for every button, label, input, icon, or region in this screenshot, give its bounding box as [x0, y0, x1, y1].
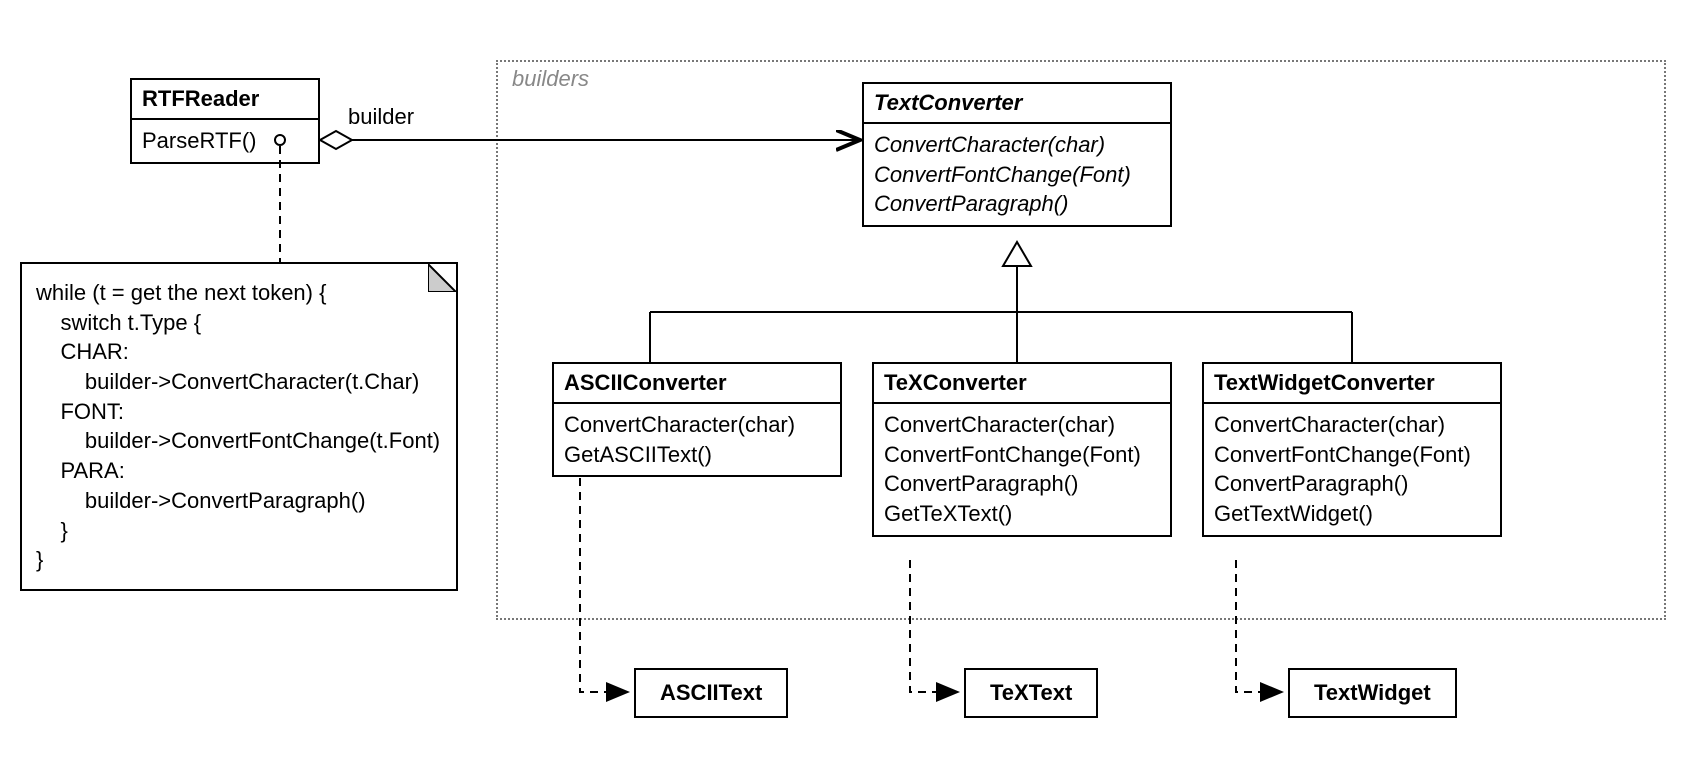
class-textwidgetconverter: TextWidgetConverter ConvertCharacter(cha…	[1202, 362, 1502, 537]
method: ConvertCharacter(char)	[1214, 410, 1490, 440]
class-title: TextConverter	[864, 84, 1170, 124]
method: ConvertCharacter(char)	[884, 410, 1160, 440]
note-line: FONT:	[36, 397, 442, 427]
note-line: switch t.Type {	[36, 308, 442, 338]
method: ConvertCharacter(char)	[564, 410, 830, 440]
class-body: ConvertCharacter(char) ConvertFontChange…	[874, 404, 1170, 535]
method: ConvertFontChange(Font)	[1214, 440, 1490, 470]
product-textwidget: TextWidget	[1288, 668, 1457, 718]
class-asciiconverter: ASCIIConverter ConvertCharacter(char) Ge…	[552, 362, 842, 477]
class-body: ConvertCharacter(char) ConvertFontChange…	[864, 124, 1170, 225]
class-textconverter: TextConverter ConvertCharacter(char) Con…	[862, 82, 1172, 227]
method: GetTextWidget()	[1214, 499, 1490, 529]
class-body: ParseRTF()	[132, 120, 318, 162]
class-body: ConvertCharacter(char) GetASCIIText()	[554, 404, 840, 475]
class-title: TeXConverter	[874, 364, 1170, 404]
association-label-builder: builder	[348, 104, 414, 130]
class-body: ConvertCharacter(char) ConvertFontChange…	[1204, 404, 1500, 535]
note-line: builder->ConvertCharacter(t.Char)	[36, 367, 442, 397]
method: ConvertParagraph()	[884, 469, 1160, 499]
class-title: TextWidgetConverter	[1204, 364, 1500, 404]
aggregation-diamond-icon	[320, 131, 352, 149]
method: ConvertFontChange(Font)	[874, 160, 1160, 190]
class-texconverter: TeXConverter ConvertCharacter(char) Conv…	[872, 362, 1172, 537]
method: GetTeXText()	[884, 499, 1160, 529]
note-line: }	[36, 516, 442, 546]
method-parsertf: ParseRTF()	[142, 128, 257, 153]
note-line: builder->ConvertParagraph()	[36, 486, 442, 516]
note-line: PARA:	[36, 456, 442, 486]
class-title: RTFReader	[132, 80, 318, 120]
note-line: builder->ConvertFontChange(t.Font)	[36, 426, 442, 456]
method: ConvertParagraph()	[874, 189, 1160, 219]
class-rtfreader: RTFReader ParseRTF()	[130, 78, 320, 164]
note-dogear-icon	[428, 264, 456, 292]
builders-frame-label: builders	[512, 66, 589, 92]
method: GetASCIIText()	[564, 440, 830, 470]
product-textext: TeXText	[964, 668, 1098, 718]
product-asciitext: ASCIIText	[634, 668, 788, 718]
note-line: }	[36, 545, 442, 575]
note-pseudocode: while (t = get the next token) { switch …	[20, 262, 458, 591]
note-line: while (t = get the next token) {	[36, 278, 442, 308]
note-line: CHAR:	[36, 337, 442, 367]
method: ConvertParagraph()	[1214, 469, 1490, 499]
method: ConvertFontChange(Font)	[884, 440, 1160, 470]
method: ConvertCharacter(char)	[874, 130, 1160, 160]
class-title: ASCIIConverter	[554, 364, 840, 404]
